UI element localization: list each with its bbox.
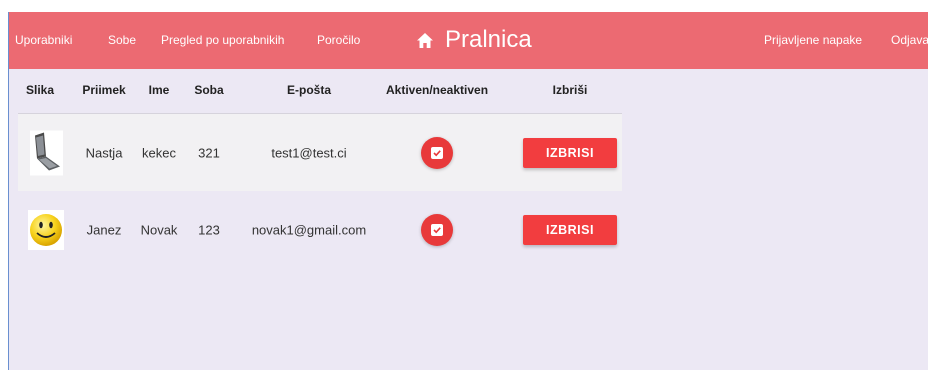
nav-link-pregled-po-uporabnikih[interactable]: Pregled po uporabnikih xyxy=(161,33,284,47)
table-row: Nastja kekec 321 test1@test.ci IZBRISI xyxy=(18,114,622,191)
header-izbrisi: Izbriši xyxy=(552,83,588,97)
delete-button[interactable]: IZBRISI xyxy=(523,214,617,245)
table-row: Janez Novak 123 novak1@gmail.com IZBRISI xyxy=(18,191,622,268)
cell-eposta: test1@test.ci xyxy=(271,145,347,160)
cell-soba: 321 xyxy=(198,145,220,160)
cell-soba: 123 xyxy=(198,222,220,237)
header-ime: Ime xyxy=(148,83,170,97)
nav-link-porocilo[interactable]: Poročilo xyxy=(317,33,360,47)
users-table: Slika Priimek Ime Soba E-pošta Aktiven/n… xyxy=(18,69,622,268)
nav-link-prijavljene-napake[interactable]: Prijavljene napake xyxy=(764,33,862,47)
header-priimek: Priimek xyxy=(82,83,126,97)
cell-priimek: Nastja xyxy=(85,145,123,160)
cell-eposta: novak1@gmail.com xyxy=(251,222,367,237)
brand-title: Pralnica xyxy=(445,26,532,53)
navbar: Uporabniki Sobe Pregled po uporabnikih P… xyxy=(9,12,928,69)
active-toggle-button[interactable] xyxy=(421,213,453,246)
header-slika: Slika xyxy=(25,83,55,97)
cell-ime: Novak xyxy=(140,222,178,237)
checkbox-checked-icon xyxy=(431,223,443,236)
header-eposta: E-pošta xyxy=(286,83,332,97)
active-toggle-button[interactable] xyxy=(421,136,453,169)
delete-button[interactable]: IZBRISI xyxy=(523,137,617,168)
cell-priimek: Janez xyxy=(86,222,122,237)
page-frame: Uporabniki Sobe Pregled po uporabnikih P… xyxy=(8,12,928,370)
nav-link-uporabniki[interactable]: Uporabniki xyxy=(15,33,72,47)
laptop-icon xyxy=(30,130,63,175)
brand[interactable]: Pralnica xyxy=(417,26,532,54)
table-header: Slika Priimek Ime Soba E-pošta Aktiven/n… xyxy=(18,69,622,114)
header-soba: Soba xyxy=(194,83,224,97)
nav-link-odjava[interactable]: Odjava xyxy=(891,33,928,47)
nav-link-sobe[interactable]: Sobe xyxy=(108,33,136,47)
header-aktiven: Aktiven/neaktiven xyxy=(385,83,489,97)
checkbox-checked-icon xyxy=(431,146,443,159)
smiley-icon xyxy=(28,209,64,250)
cell-ime: kekec xyxy=(142,145,176,160)
home-icon xyxy=(417,32,433,48)
